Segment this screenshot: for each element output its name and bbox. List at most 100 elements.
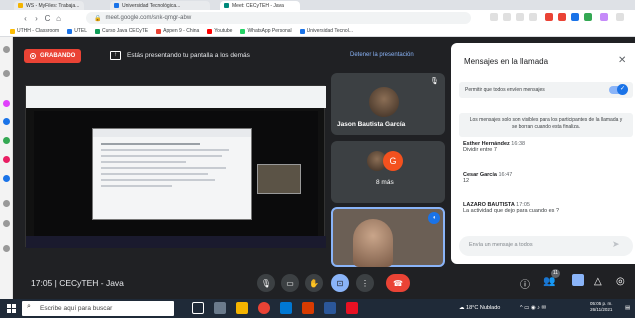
extension-icon[interactable] [516,13,524,21]
weather-text: 18°C Nublado [466,305,501,311]
extension-icon[interactable] [490,13,498,21]
shared-nested-screen [92,128,252,220]
bookmark-item[interactable]: Appen 9 - China [156,28,199,34]
more-participants-label: 8 más [376,179,394,186]
hangup-icon[interactable]: ☎ [386,274,410,292]
participant-avatar [369,87,399,117]
tab-label: Meet: CECyTEH - Java [232,2,284,9]
extension-icon[interactable] [558,13,566,21]
notifications-icon[interactable]: ▤ [625,305,630,311]
bookmark-item[interactable]: WhatsApp Personal [240,28,292,34]
side-app-icon[interactable] [3,200,10,207]
raise-hand-icon[interactable]: ✋ [305,274,323,292]
bookmark-item[interactable]: Youtube [207,28,232,34]
file-explorer-icon[interactable] [236,302,248,314]
home-icon[interactable]: ⌂ [53,14,64,23]
presenting-banner-text: Estás presentando tu pantalla a los demá… [127,52,250,59]
word-icon[interactable] [324,302,336,314]
taskbar-clock[interactable]: 05:05 p. m. 26/11/2021 [590,301,613,313]
cloud-icon: ☁ [459,305,467,311]
chat-icon[interactable] [572,274,584,286]
taskbar-app-icon[interactable] [214,302,226,314]
chat-message-input[interactable]: Envía un mensaje a todos [459,236,633,256]
more-options-icon[interactable]: ⋮ [356,274,374,292]
present-screen-icon: ↑ [110,51,121,60]
shared-mini-camera [257,164,301,194]
taskbar-app-icon[interactable] [346,302,358,314]
meeting-time-and-title: 17:05 | CECyTEH - Java [31,278,124,288]
mic-muted-icon: 🎙 [430,78,439,85]
participant-tile-more[interactable]: G 8 más [331,141,445,203]
task-view-icon[interactable] [192,302,204,314]
allow-messages-label: Permitir que todos envíen mensajes [465,87,545,93]
windows-start-icon[interactable] [7,304,16,313]
side-app-icon[interactable] [3,118,10,125]
browser-tab[interactable]: WS - MyFiles: Trabaja... [14,1,84,10]
extension-icon[interactable] [503,13,511,21]
bookmark-item[interactable]: UTHH - Classroom [10,28,59,34]
bookmark-label: Youtube [214,28,233,34]
office-icon[interactable] [302,302,314,314]
browser-tab-active[interactable]: Meet: CECyTEH - Java [220,1,300,10]
extension-icon[interactable] [584,13,592,21]
bookmark-favicon-icon [299,28,305,34]
url-text: meet.google.com/snk-qmgr-abw [105,15,192,21]
participant-name: Jason Bautista García [337,121,406,128]
stop-presenting-button[interactable]: Detener la presentación [350,52,414,58]
browser-tab-bar [0,0,635,10]
recording-label: GRABANDO [40,53,76,59]
chat-message: LAZARO BAUTISTA 17:05 La actividad que d… [463,202,559,214]
camera-icon[interactable]: ▭ [281,274,299,292]
chrome-icon[interactable] [258,302,270,314]
present-now-icon[interactable]: ⊡ [331,274,349,292]
weather-widget[interactable]: ☁ 18°C Nublado [459,305,500,311]
extension-icon[interactable] [545,13,553,21]
bookmark-label: Appen 9 - China [163,28,200,34]
check-icon: ✓ [617,84,628,95]
meeting-info-icon[interactable]: ⓘ [520,276,530,291]
back-icon[interactable]: ‹ [20,14,31,23]
self-camera-tile[interactable]: ◖ [331,207,445,267]
side-app-icon[interactable] [3,245,10,252]
send-icon[interactable]: ➤ [612,239,620,250]
side-app-icon[interactable] [3,175,10,182]
side-app-icon[interactable] [3,156,10,163]
address-bar[interactable]: 🔒 meet.google.com/snk-qmgr-abw [86,12,471,24]
close-icon[interactable]: ✕ [618,55,626,66]
self-video-person [353,219,393,267]
bookmark-favicon-icon [156,28,162,34]
forward-icon[interactable]: › [31,14,42,23]
message-time: 16:38 [511,141,526,147]
extension-icon[interactable] [529,13,537,21]
side-app-icon[interactable] [3,100,10,107]
participant-tile[interactable]: Jason Bautista García 🎙 [331,73,445,135]
tab-label: Universidad Tecnológica... [122,2,181,9]
edge-icon[interactable] [280,302,292,314]
bookmark-label: UTEL [74,28,88,34]
browser-tab[interactable]: Universidad Tecnológica... [110,1,210,10]
extension-icon[interactable] [571,13,579,21]
taskbar-search-input[interactable]: Escribe aquí para buscar [22,301,174,316]
side-app-icon[interactable] [3,46,10,53]
bookmark-item[interactable]: Curso Java CECyTE [95,28,148,34]
participant-avatar-letter: G [383,151,403,171]
chat-message: Esther Hernández 16:38 Dividir entre 7 [463,141,525,153]
side-app-icon[interactable] [3,220,10,227]
bookmarks-bar: UTHH - Classroom UTEL Curso Java CECyTE … [0,26,635,37]
tab-label: WS - MyFiles: Trabaja... [26,2,80,9]
side-app-icon[interactable] [3,70,10,77]
profile-avatar[interactable] [600,13,608,21]
reload-icon[interactable]: C [42,14,53,23]
activities-icon[interactable]: △ [594,276,602,287]
system-tray-icons[interactable]: ^ ▭ ◉ ♪ ✉ [520,305,546,311]
message-text: La actividad que dejo para cuando es ? [463,208,560,214]
bookmark-item[interactable]: UTEL [67,28,87,34]
shared-browser-chrome [26,86,326,108]
menu-icon[interactable] [616,13,624,21]
side-app-icon[interactable] [3,137,10,144]
host-controls-icon[interactable]: ◎ [616,276,625,287]
bookmark-favicon-icon [67,28,73,34]
bookmark-label: WhatsApp Personal [247,28,292,34]
mic-icon[interactable]: 🎙 [257,274,275,292]
bookmark-item[interactable]: Universidad Tecnol... [299,28,353,34]
